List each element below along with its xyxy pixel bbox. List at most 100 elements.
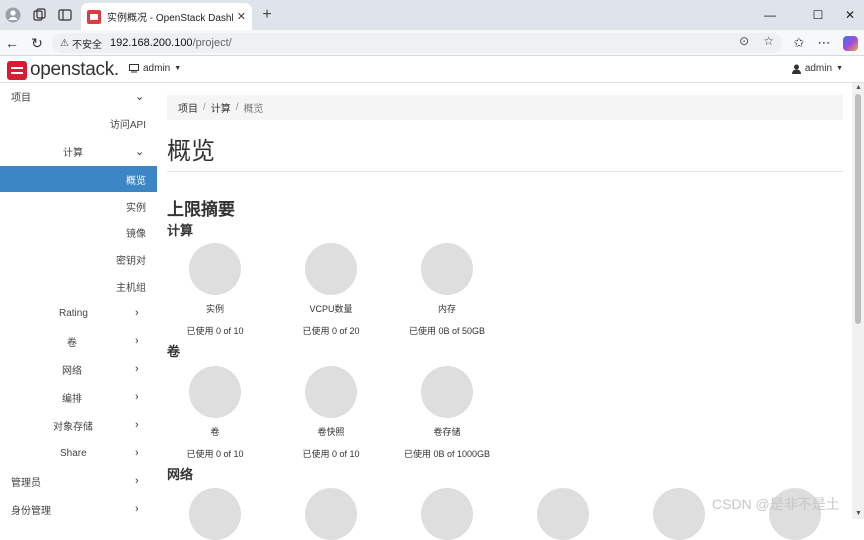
quota-pie-chart (189, 366, 241, 418)
breadcrumb-separator: / (235, 102, 239, 113)
warning-icon[interactable]: ⚠ (60, 38, 69, 49)
breadcrumb-separator: / (203, 102, 206, 113)
chevron-right-icon: › (135, 419, 139, 431)
chevron-right-icon: › (135, 335, 139, 347)
chevron-right-icon: › (135, 363, 139, 375)
sidebar-item-overview[interactable]: 概览 (0, 166, 157, 192)
sidebar-item-label: 身份管理 (11, 505, 51, 517)
sidebar-item-label: 网络 (62, 365, 82, 377)
main-content: 项目 / 计算 / 概览 概览 上限摘要 计算 实例 已使用 0 of 10 V… (157, 83, 852, 540)
scrollbar-thumb[interactable] (855, 94, 861, 324)
sidebar-item-network[interactable]: 网络 › (0, 356, 157, 382)
quota-pie-chart (189, 488, 241, 540)
title-divider (167, 171, 843, 172)
quota-network-item (505, 488, 621, 540)
breadcrumb-item-current: 概览 (243, 104, 264, 115)
sidebar-item-instances[interactable]: 实例 (0, 193, 157, 219)
chevron-down-icon: ⌄ (135, 90, 145, 103)
sidebar-item-rating[interactable]: Rating › (0, 300, 157, 326)
quota-usage: 已使用 0 of 10 (186, 449, 244, 459)
sidebar-item-key-pairs[interactable]: 密钥对 (0, 246, 157, 272)
quota-vcpus: VCPU数量 已使用 0 of 20 (273, 243, 389, 337)
copilot-icon[interactable] (840, 33, 860, 53)
address-bar-row: ← ↻ ⚠ 不安全 192.168.200.100 /project/ ⊙ ☆ … (0, 30, 864, 56)
watermark-text: CSDN @是非不是土 (712, 496, 840, 512)
chevron-down-icon: ⌄ (135, 145, 145, 158)
workspaces-icon[interactable] (30, 5, 50, 25)
sidebar-item-compute[interactable]: 计算 ⌄ (0, 138, 157, 164)
tab-close-icon[interactable]: ✕ (237, 10, 246, 23)
favorite-star-icon[interactable]: ☆ (763, 34, 774, 48)
quota-network-item (157, 488, 273, 540)
sidebar-item-label: 主机组 (116, 282, 146, 294)
quota-pie-chart (421, 366, 473, 418)
caret-down-icon: ▼ (836, 65, 843, 72)
breadcrumb-item-compute[interactable]: 计算 (211, 100, 231, 115)
quota-usage: 已使用 0 of 10 (302, 449, 360, 459)
sidebar-item-identity[interactable]: 身份管理 › (0, 496, 157, 522)
scroll-up-icon[interactable]: ▲ (855, 84, 862, 91)
sidebar-item-volumes[interactable]: 卷 › (0, 328, 157, 354)
quota-usage: 已使用 0 of 20 (302, 326, 360, 336)
quota-title: 实例 (205, 304, 224, 314)
sidebar-item-label: 管理员 (11, 477, 41, 489)
sidebar-item-orchestration[interactable]: 编排 › (0, 384, 157, 410)
quota-pie-chart (653, 488, 705, 540)
openstack-logo[interactable]: openstack. (7, 59, 119, 81)
project-selector[interactable]: admin ▼ (129, 63, 181, 74)
quota-volumes: 卷 已使用 0 of 10 (157, 366, 273, 460)
security-label[interactable]: 不安全 (72, 36, 102, 51)
breadcrumb: 项目 / 计算 / 概览 (167, 95, 843, 120)
favorites-icon[interactable]: ✩ (789, 33, 809, 53)
url-host: 192.168.200.100 (109, 37, 193, 49)
sidebar-item-images[interactable]: 镜像 (0, 219, 157, 245)
sidebar-item-label: Rating (59, 307, 88, 319)
quota-pie-chart (421, 488, 473, 540)
sidebar-item-label: 概览 (126, 175, 146, 187)
breadcrumb-item-project[interactable]: 项目 (178, 100, 198, 115)
user-menu[interactable]: admin ▼ (791, 63, 843, 74)
sidebar-item-object-store[interactable]: 对象存储 › (0, 412, 157, 438)
openstack-logo-icon (7, 60, 27, 80)
page-title: 概览 (167, 138, 215, 165)
sidebar-item-share[interactable]: Share › (0, 440, 157, 466)
sidebar-item-label: 卷 (67, 337, 77, 349)
quota-title: 卷存储 (433, 427, 461, 437)
browser-tab-active[interactable]: 实例概况 - OpenStack Dashboard ✕ (81, 3, 252, 30)
quota-ram: 内存 已使用 0B of 50GB (389, 243, 505, 337)
sidebar-nav: 项目 ⌄ 访问API 计算 ⌄ 概览 实例 镜像 密钥对 主机组 Rating … (0, 83, 157, 519)
quota-pie-chart (421, 243, 473, 295)
minimize-button[interactable]: — (750, 0, 790, 30)
quota-group-compute-heading: 计算 (167, 223, 194, 238)
project-selector-label: admin (143, 63, 171, 74)
reading-mode-icon[interactable]: ⊙ (739, 34, 749, 48)
limit-summary-heading: 上限摘要 (167, 200, 235, 219)
project-icon (129, 64, 139, 73)
close-window-button[interactable]: ✕ (830, 0, 864, 30)
sidebar-item-access-api[interactable]: 访问API (0, 110, 157, 136)
sidebar-item-admin[interactable]: 管理员 › (0, 468, 157, 494)
url-input[interactable]: ⚠ 不安全 192.168.200.100 /project/ ⊙ ☆ (52, 33, 782, 53)
profile-icon[interactable] (3, 5, 23, 25)
more-menu-icon[interactable]: ⋯ (814, 33, 834, 53)
vertical-tabs-icon[interactable] (55, 5, 75, 25)
tab-title: 实例概况 - OpenStack Dashboard (107, 13, 233, 24)
quota-usage: 已使用 0B of 1000GB (403, 449, 491, 459)
new-tab-button[interactable]: + (257, 5, 277, 25)
sidebar-item-label: 对象存储 (53, 421, 93, 433)
logo-text: openstack. (30, 59, 119, 80)
sidebar-item-label: 密钥对 (116, 255, 146, 267)
sidebar-item-server-groups[interactable]: 主机组 (0, 273, 157, 299)
back-arrow-icon[interactable]: ← (2, 33, 22, 53)
sidebar-item-label: 访问API (109, 119, 146, 131)
sidebar-item-label: 计算 (63, 147, 83, 159)
chevron-right-icon: › (135, 447, 139, 459)
reload-icon[interactable]: ↻ (27, 33, 47, 53)
quota-usage: 已使用 0 of 10 (186, 326, 244, 336)
quota-title: 内存 (437, 304, 456, 314)
sidebar-item-label: Share (60, 447, 87, 459)
quota-network-item (273, 488, 389, 540)
page-scrollbar[interactable]: ▲ ▼ (852, 83, 864, 519)
scroll-down-icon[interactable]: ▼ (855, 510, 862, 517)
sidebar-item-project[interactable]: 项目 ⌄ (0, 83, 157, 109)
